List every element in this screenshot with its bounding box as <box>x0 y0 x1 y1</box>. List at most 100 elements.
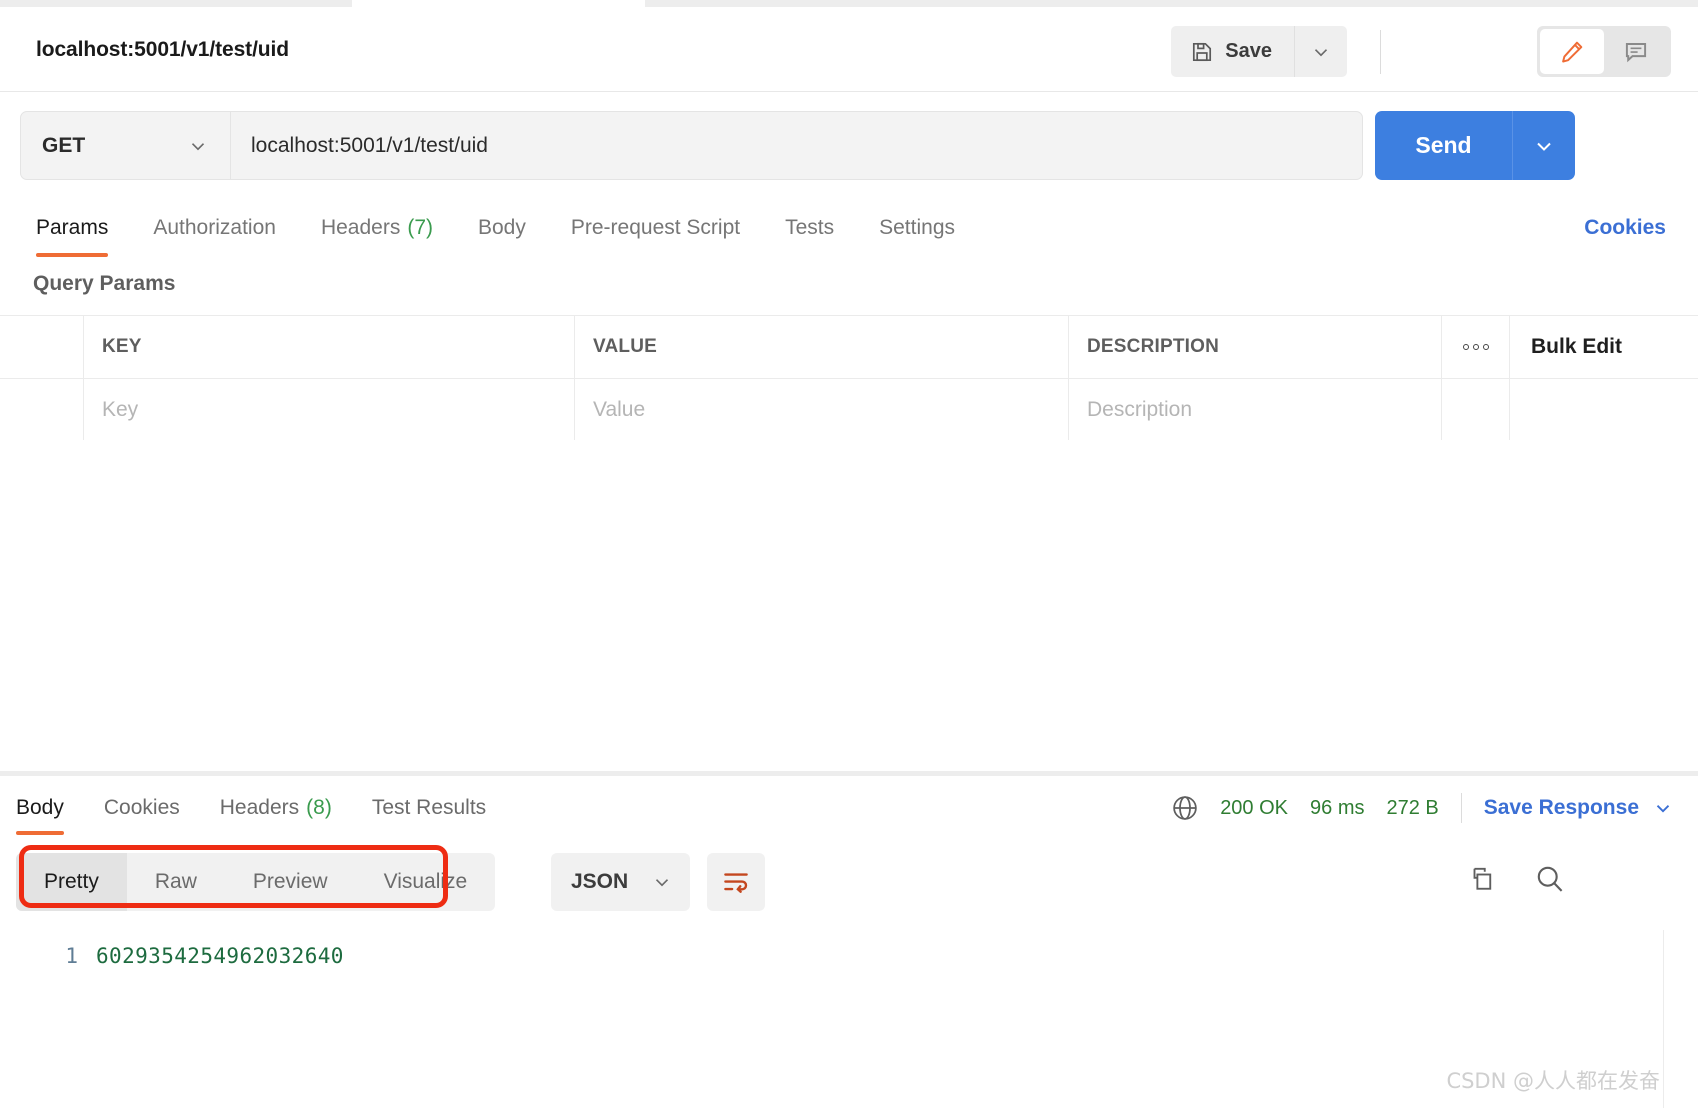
column-header-key: KEY <box>84 316 575 378</box>
response-size: 272 B <box>1386 797 1438 820</box>
url-bar-row: GET localhost:5001/v1/test/uid Send <box>0 92 1698 199</box>
response-tab-test-results[interactable]: Test Results <box>372 776 486 840</box>
response-time: 96 ms <box>1310 797 1364 820</box>
page-title: localhost:5001/v1/test/uid <box>36 38 289 62</box>
tab-settings-label: Settings <box>879 216 955 240</box>
pencil-icon <box>1559 39 1585 65</box>
three-dots-icon <box>1463 344 1489 350</box>
url-input[interactable]: localhost:5001/v1/test/uid <box>231 112 1362 179</box>
tab-pre-request-script[interactable]: Pre-request Script <box>571 199 740 257</box>
query-params-table: KEY VALUE DESCRIPTION Bulk Edit Key Valu… <box>0 315 1698 441</box>
search-icon <box>1533 862 1567 896</box>
tab-params[interactable]: Params <box>36 199 108 257</box>
save-response-button[interactable]: Save Response <box>1484 796 1674 820</box>
chevron-down-icon <box>1310 41 1332 63</box>
column-header-description: DESCRIPTION <box>1069 316 1442 378</box>
globe-icon <box>1170 793 1200 823</box>
save-button[interactable]: Save <box>1171 26 1295 77</box>
response-body-toolbar: Pretty Raw Preview Visualize JSON <box>0 847 1698 921</box>
tab-settings[interactable]: Settings <box>879 199 955 257</box>
tab-headers[interactable]: Headers (7) <box>321 199 433 257</box>
send-button-group: Send <box>1375 111 1575 180</box>
copy-response-button[interactable] <box>1465 864 1495 894</box>
column-header-value: VALUE <box>575 316 1069 378</box>
bulk-edit-cell: Bulk Edit <box>1510 316 1698 378</box>
tab-tests[interactable]: Tests <box>785 199 834 257</box>
param-description-placeholder: Description <box>1087 398 1192 422</box>
param-value-input[interactable]: Value <box>575 379 1069 440</box>
body-right-divider <box>1663 930 1664 1108</box>
comment-mode-button[interactable] <box>1604 29 1668 74</box>
save-button-group: Save <box>1171 26 1347 77</box>
method-url-group: GET localhost:5001/v1/test/uid <box>20 111 1363 180</box>
send-button[interactable]: Send <box>1375 111 1513 180</box>
request-body-empty-area <box>0 440 1698 775</box>
param-key-input[interactable]: Key <box>84 379 575 440</box>
watermark: CSDN @人人都在发奋 <box>1446 1065 1660 1095</box>
response-tab-body[interactable]: Body <box>16 776 64 840</box>
save-response-label: Save Response <box>1484 796 1639 820</box>
chevron-down-icon <box>187 135 209 157</box>
search-response-button[interactable] <box>1533 862 1567 896</box>
header-divider <box>1380 30 1381 74</box>
save-options-button[interactable] <box>1295 26 1347 77</box>
response-tab-headers-count: (8) <box>306 796 332 820</box>
view-mode-preview[interactable]: Preview <box>225 853 356 911</box>
tabstrip-remnant-right <box>645 0 1698 7</box>
copy-icon <box>1465 864 1495 894</box>
bulk-edit-link[interactable]: Bulk Edit <box>1531 335 1622 359</box>
chevron-down-icon <box>1652 797 1674 819</box>
query-params-label: Query Params <box>33 272 175 296</box>
tab-headers-label: Headers <box>321 216 400 240</box>
line-content: 6029354254962032640 <box>96 944 344 968</box>
response-body-line-1: 1 6029354254962032640 <box>0 944 344 968</box>
tab-tests-label: Tests <box>785 216 834 240</box>
row-checkbox-cell[interactable] <box>0 379 84 440</box>
table-row: Key Value Description <box>0 378 1698 440</box>
table-options-button[interactable] <box>1442 316 1510 378</box>
tab-authorization[interactable]: Authorization <box>153 199 276 257</box>
row-options-cell <box>1442 379 1510 440</box>
param-value-placeholder: Value <box>593 398 645 422</box>
tab-body[interactable]: Body <box>478 199 526 257</box>
tab-authorization-label: Authorization <box>153 216 276 240</box>
status-badge: 200 OK <box>1220 797 1288 820</box>
tab-body-label: Body <box>478 216 526 240</box>
response-tab-headers[interactable]: Headers (8) <box>220 776 332 840</box>
param-description-input[interactable]: Description <box>1069 379 1442 440</box>
wrap-lines-button[interactable] <box>707 853 765 911</box>
table-header-row: KEY VALUE DESCRIPTION Bulk Edit <box>0 316 1698 378</box>
chevron-down-icon <box>1532 134 1556 158</box>
view-mode-pretty[interactable]: Pretty <box>16 853 127 911</box>
view-mode-toggle-group <box>1537 26 1671 77</box>
comment-icon <box>1623 39 1649 65</box>
cookies-link[interactable]: Cookies <box>1584 199 1666 257</box>
response-format-value: JSON <box>571 870 628 894</box>
request-header-bar: localhost:5001/v1/test/uid Save <box>0 7 1698 92</box>
select-all-cell[interactable] <box>0 316 84 378</box>
view-mode-visualize[interactable]: Visualize <box>356 853 496 911</box>
param-key-placeholder: Key <box>102 398 138 422</box>
column-header-key-label: KEY <box>102 336 142 358</box>
response-status-bar: 200 OK 96 ms 272 B Save Response <box>1170 776 1674 840</box>
response-body-viewer[interactable]: 1 6029354254962032640 <box>0 921 1698 1108</box>
http-method-select[interactable]: GET <box>21 112 231 179</box>
response-tab-headers-label: Headers <box>220 796 299 820</box>
chevron-down-icon <box>651 871 673 893</box>
edit-mode-button[interactable] <box>1540 29 1604 74</box>
tab-params-label: Params <box>36 216 108 240</box>
response-tab-cookies-label: Cookies <box>104 796 180 820</box>
response-view-mode-group: Pretty Raw Preview Visualize <box>16 853 495 911</box>
http-method-value: GET <box>42 134 85 158</box>
send-options-button[interactable] <box>1513 111 1575 180</box>
line-number: 1 <box>0 944 96 968</box>
floppy-disk-icon <box>1190 40 1214 64</box>
column-header-value-label: VALUE <box>593 336 657 358</box>
view-mode-raw[interactable]: Raw <box>127 853 225 911</box>
status-divider <box>1461 793 1462 823</box>
tab-headers-count: (7) <box>407 216 433 240</box>
response-tab-cookies[interactable]: Cookies <box>104 776 180 840</box>
response-tab-body-label: Body <box>16 796 64 820</box>
response-format-select[interactable]: JSON <box>551 853 690 911</box>
tabstrip-remnant-left <box>0 0 352 7</box>
